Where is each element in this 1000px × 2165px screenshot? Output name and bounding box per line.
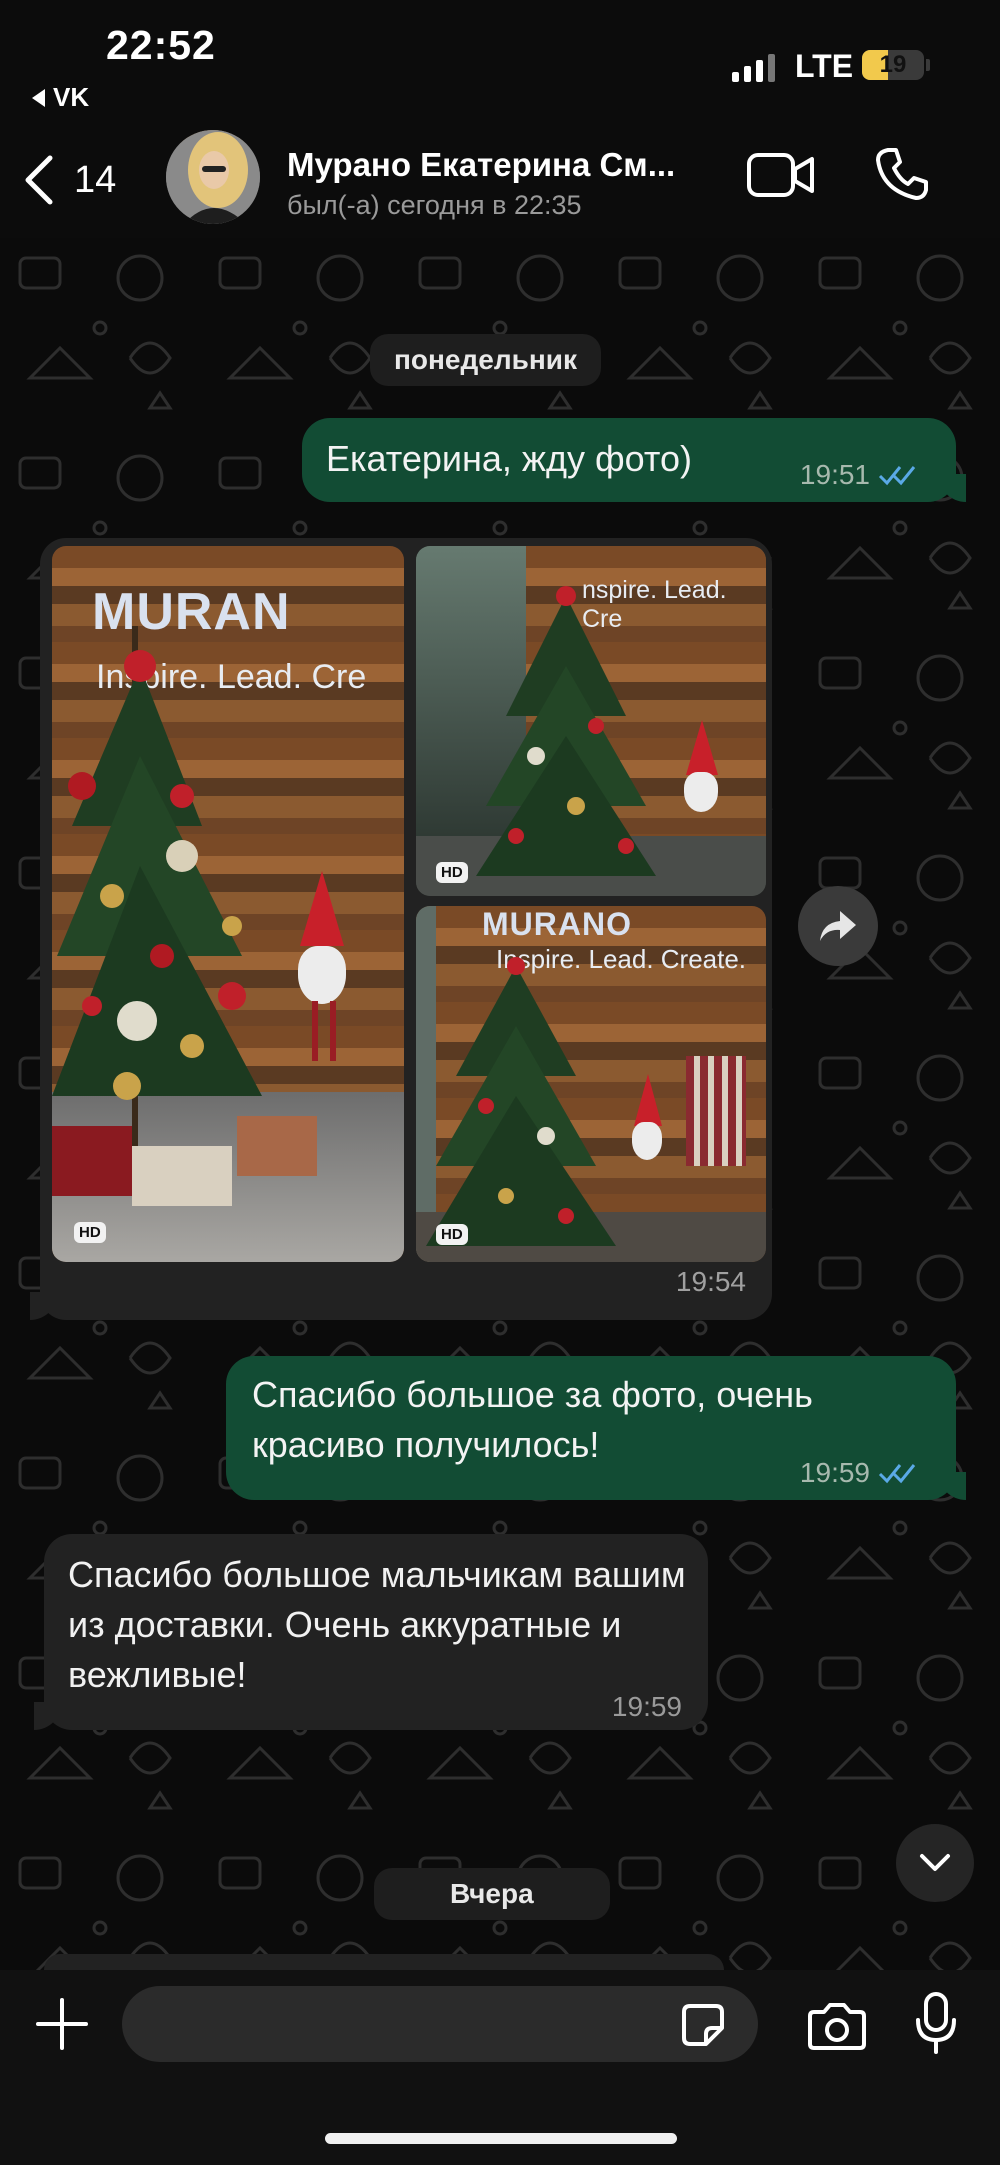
battery-icon: 19 [862,50,924,80]
contact-last-seen: был(-а) сегодня в 22:35 [287,190,582,220]
double-check-read-icon [878,466,916,486]
hd-badge: HD [436,1224,468,1245]
album-photo-2[interactable]: nspire. Lead. Cre HD [416,546,766,896]
back-to-app-link[interactable]: VK [32,82,89,113]
home-indicator [325,2133,677,2144]
back-triangle-icon [32,88,45,107]
message-time: 19:59 [611,1691,682,1722]
gnome-beard [632,1122,662,1160]
gift-box [237,1116,317,1176]
plaid-blanket [686,1056,746,1166]
message-meta: 19:59 [612,1682,682,1732]
battery-tip [926,59,930,71]
message-meta: 19:59 [800,1448,920,1498]
avatar-photo [166,130,260,224]
christmas-tree-image [426,957,616,1246]
chat-header: 14 Мурано Екатерина См... был(-а) сегодн… [0,120,1000,238]
bubble-tail [938,474,966,502]
camera-icon[interactable] [806,2002,868,2052]
message-time: 19:51 [799,459,870,490]
message-time: 19:59 [799,1457,870,1488]
status-bar: 22:52 VK LTE 19 [0,0,1000,120]
message-input[interactable] [122,1986,758,2062]
gnome-beard [684,772,718,812]
chevron-left-icon [25,155,53,205]
album-photo-3[interactable]: MURANO Inspire. Lead. Create. HD [416,906,766,1262]
forward-arrow-icon [820,911,856,941]
clock: 22:52 [106,22,216,68]
gnome-hat [300,871,344,946]
bubble-tail [938,1472,966,1500]
sticker-icon[interactable] [680,2002,726,2048]
date-separator: понедельник [370,334,601,386]
date-separator: Вчера [374,1868,610,1920]
gift-box [52,1126,132,1196]
video-call-icon[interactable] [746,150,816,200]
bubble-tail [30,1292,58,1320]
network-type: LTE [795,48,854,84]
murano-logo: MURANO [482,906,632,942]
back-button[interactable]: 14 [22,154,116,206]
signal-strength-icon [732,52,775,82]
forward-button[interactable] [798,886,878,966]
gnome-hat [634,1074,662,1126]
chat-area[interactable]: понедельник Екатерина, жду фото) 19:51 M… [0,238,1000,1970]
message-outgoing[interactable]: Екатерина, жду фото) 19:51 [302,418,966,502]
microphone-icon[interactable] [914,1992,958,2056]
message-meta: 19:51 [800,450,920,500]
contact-name[interactable]: Мурано Екатерина См... [287,146,675,184]
battery-percent: 19 [879,51,907,78]
phone-icon[interactable] [874,146,930,202]
message-outgoing[interactable]: Спасибо большое за фото, очень красиво п… [226,1356,966,1500]
scroll-to-bottom-button[interactable] [896,1824,974,1902]
chevron-down-icon [920,1854,950,1871]
album-photo-1[interactable]: MURAN Inspire. Lead. Cre HD [52,546,404,1262]
message-text: Екатерина, жду фото) [326,438,692,479]
hd-badge: HD [74,1222,106,1243]
unread-count: 14 [74,158,117,201]
gnome-beard [298,946,346,1004]
message-incoming[interactable]: Спасибо большое мальчикам вашим из доста… [34,1534,708,1732]
gnome-hat [686,720,718,775]
avatar[interactable] [166,130,260,224]
input-bar [0,1970,1000,2165]
bubble-tail [34,1702,62,1730]
message-meta: 19:54 [676,1266,746,1298]
gift-box [132,1146,232,1206]
back-app-label: VK [53,82,90,112]
message-time: 19:54 [675,1266,746,1297]
next-message-peek [44,1954,724,1970]
double-check-read-icon [878,1464,916,1484]
hd-badge: HD [436,862,468,883]
christmas-tree-image [476,586,656,876]
message-incoming-album[interactable]: MURAN Inspire. Lead. Cre HD nspire. Lead… [30,538,772,1320]
message-text: Спасибо большое мальчикам вашим из доста… [68,1554,686,1695]
plus-icon[interactable] [36,1998,88,2050]
